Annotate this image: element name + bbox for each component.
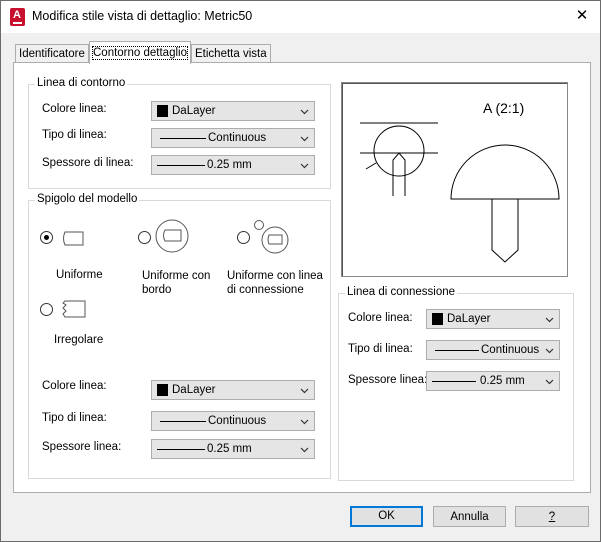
help-button[interactable]: ? xyxy=(515,506,589,527)
chevron-down-icon xyxy=(300,388,309,394)
color-swatch xyxy=(157,105,168,117)
model-edge-group: Spigolo del modello Uniforme Uniforme co… xyxy=(28,193,331,479)
model-edge-group-title: Spigolo del modello xyxy=(35,193,140,205)
preview-pane: A (2:1) xyxy=(341,82,568,277)
color-swatch xyxy=(432,313,443,325)
smooth-with-border-icon xyxy=(155,219,189,253)
connection-color-label: Colore linea: xyxy=(348,312,413,324)
radio-uniforme-con-bordo[interactable] xyxy=(138,231,151,244)
boundary-color-select[interactable]: DaLayer xyxy=(151,101,315,121)
uniforme-label: Uniforme xyxy=(56,269,103,281)
chevron-down-icon xyxy=(300,163,309,169)
title-bar: A Modifica stile vista di dettaglio: Met… xyxy=(1,1,600,33)
boundary-group-title: Linea di contorno xyxy=(35,77,128,89)
boundary-linetype-value: Continuous xyxy=(208,132,267,144)
boundary-group: Linea di contorno Colore linea: DaLayer … xyxy=(28,77,331,189)
boundary-color-label: Colore linea: xyxy=(42,103,107,115)
connection-linetype-label: Tipo di linea: xyxy=(348,343,413,355)
radio-uniforme-con-linea[interactable] xyxy=(237,231,250,244)
chevron-down-icon xyxy=(300,419,309,425)
edge-linetype-label: Tipo di linea: xyxy=(42,412,107,424)
uniforme-con-linea-label: Uniforme con linea di connessione xyxy=(227,270,323,296)
chevron-down-icon xyxy=(545,317,554,323)
connection-weight-value: 0.25 mm xyxy=(480,375,525,387)
linetype-sample xyxy=(160,138,206,139)
radio-uniforme[interactable] xyxy=(40,231,53,244)
chevron-down-icon xyxy=(300,109,309,115)
edge-weight-select[interactable]: 0.25 mm xyxy=(151,439,315,459)
connection-group-title: Linea di connessione xyxy=(345,286,458,298)
detail-preview-drawing xyxy=(360,122,560,263)
connection-weight-select[interactable]: 0.25 mm xyxy=(426,371,560,391)
boundary-weight-label: Spessore di linea: xyxy=(42,157,134,169)
boundary-weight-value: 0.25 mm xyxy=(207,159,252,171)
boundary-linetype-label: Tipo di linea: xyxy=(42,129,107,141)
radio-irregolare[interactable] xyxy=(40,303,53,316)
edge-color-select[interactable]: DaLayer xyxy=(151,380,315,400)
lineweight-sample xyxy=(432,381,476,382)
connection-color-value: DaLayer xyxy=(447,313,491,325)
edge-linetype-select[interactable]: Continuous xyxy=(151,411,315,431)
connection-weight-label: Spessore linea: xyxy=(348,374,428,386)
chevron-down-icon xyxy=(545,348,554,354)
connection-linetype-select[interactable]: Continuous xyxy=(426,340,560,360)
edge-weight-label: Spessore linea: xyxy=(42,441,122,453)
tab-panel: Linea di contorno Colore linea: DaLayer … xyxy=(13,62,591,493)
tab-contorno-dettaglio[interactable]: Contorno dettaglio xyxy=(89,41,191,64)
linetype-sample xyxy=(160,421,206,422)
autocad-app-icon: A xyxy=(10,8,25,26)
lineweight-sample xyxy=(157,165,205,166)
edge-color-label: Colore linea: xyxy=(42,380,107,392)
smooth-with-connection-icon xyxy=(254,220,289,254)
tab-identificatore[interactable]: Identificatore xyxy=(15,44,89,63)
app-icon-letter: A xyxy=(13,9,21,21)
boundary-linetype-select[interactable]: Continuous xyxy=(151,128,315,148)
window-title: Modifica stile vista di dettaglio: Metri… xyxy=(32,9,253,23)
edge-color-value: DaLayer xyxy=(172,384,216,396)
connection-color-select[interactable]: DaLayer xyxy=(426,309,560,329)
jagged-edge-icon xyxy=(62,300,86,318)
ok-button[interactable]: OK xyxy=(350,506,423,527)
smooth-edge-icon xyxy=(63,231,84,246)
close-icon[interactable]: ✕ xyxy=(567,3,597,29)
linetype-sample xyxy=(435,350,479,351)
connection-linetype-value: Continuous xyxy=(481,344,540,356)
chevron-down-icon xyxy=(300,447,309,453)
edge-linetype-value: Continuous xyxy=(208,415,267,427)
color-swatch xyxy=(157,384,168,396)
chevron-down-icon xyxy=(300,136,309,142)
chevron-down-icon xyxy=(545,379,554,385)
cancel-button[interactable]: Annulla xyxy=(433,506,506,527)
boundary-color-value: DaLayer xyxy=(172,105,216,117)
tab-etichetta-vista[interactable]: Etichetta vista xyxy=(191,44,271,63)
irregolare-label: Irregolare xyxy=(54,334,104,346)
boundary-weight-select[interactable]: 0.25 mm xyxy=(151,155,315,175)
dialog-window: A Modifica stile vista di dettaglio: Met… xyxy=(0,0,601,542)
uniforme-con-bordo-label: Uniforme con bordo xyxy=(142,270,211,296)
lineweight-sample xyxy=(157,449,205,450)
connection-group: Linea di connessione Colore linea: DaLay… xyxy=(338,286,574,481)
edge-weight-value: 0.25 mm xyxy=(207,443,252,455)
